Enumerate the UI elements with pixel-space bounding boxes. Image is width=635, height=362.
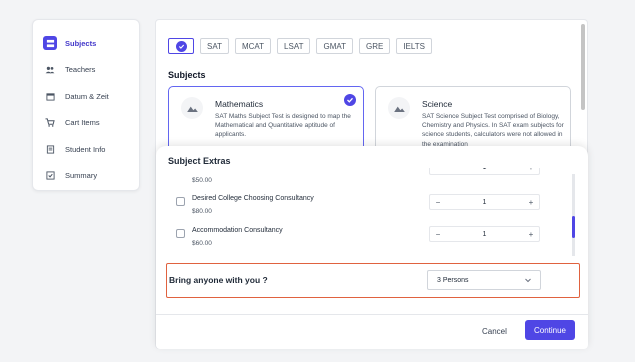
check-icon <box>175 40 187 52</box>
decrement-button[interactable]: − <box>430 227 446 241</box>
sidebar-item-summary[interactable]: Summary <box>33 163 139 190</box>
quantity-stepper: − 1 + <box>429 194 540 210</box>
image-placeholder-icon <box>388 97 410 119</box>
increment-button[interactable]: + <box>523 227 539 241</box>
exam-chip-gre[interactable]: GRE <box>358 38 391 54</box>
extra-price: $50.00 <box>192 177 212 184</box>
footer-divider <box>156 314 588 315</box>
list-item: $50.00 − 1 + <box>156 168 576 192</box>
guests-select-value: 3 Persons <box>437 276 469 284</box>
subject-description: SAT Maths Subject Test is designed to ma… <box>215 113 351 139</box>
sidebar-item-student-info[interactable]: Student Info <box>33 136 139 163</box>
quantity-value[interactable]: 1 <box>446 231 523 238</box>
sidebar-item-subjects[interactable]: Subjects <box>33 30 139 57</box>
sidebar-item-label: Summary <box>65 171 98 181</box>
extra-name: Desired College Choosing Consultancy <box>192 195 314 202</box>
sidebar-item-label: Datum & Zeit <box>65 91 109 101</box>
sidebar-item-label: Teachers <box>65 65 96 75</box>
sidebar-item-datum-zeit[interactable]: Datum & Zeit <box>33 83 139 110</box>
calendar-icon <box>43 89 57 103</box>
exam-filter-chips: SAT MCAT LSAT GMAT GRE IELTS <box>168 38 432 54</box>
subjects-heading: Subjects <box>168 70 206 80</box>
exam-chip-gmat[interactable]: GMAT <box>316 38 353 54</box>
summary-icon <box>43 169 57 183</box>
select-all-chip[interactable] <box>168 38 194 54</box>
extra-checkbox[interactable] <box>176 197 185 206</box>
subject-description: SAT Science Subject Test comprised of Bi… <box>422 113 564 148</box>
exam-chip-ielts[interactable]: IELTS <box>396 38 432 54</box>
scrollbar[interactable] <box>581 24 585 110</box>
extras-list: $50.00 − 1 + Desired College Choosing Co… <box>156 168 576 258</box>
sidebar-item-teachers[interactable]: Teachers <box>33 57 139 84</box>
quantity-stepper: − 1 + <box>429 226 540 242</box>
increment-button[interactable]: + <box>523 195 539 209</box>
decrement-button[interactable]: − <box>430 195 446 209</box>
teachers-icon <box>43 63 57 77</box>
sidebar-item-label: Student Info <box>65 144 106 154</box>
extra-name: Accommodation Consultancy <box>192 227 283 234</box>
student-info-icon <box>43 142 57 156</box>
selected-check-icon <box>344 94 356 106</box>
subject-name: Mathematics <box>215 99 264 109</box>
bring-question: Bring anyone with you ? <box>169 275 268 285</box>
decrement-button[interactable]: − <box>430 168 446 174</box>
cancel-button[interactable]: Cancel <box>482 322 507 340</box>
extra-price: $60.00 <box>192 240 212 247</box>
extra-price: $80.00 <box>192 208 212 215</box>
quantity-stepper: − 1 + <box>429 168 540 175</box>
image-placeholder-icon <box>181 97 203 119</box>
sidebar-item-label: Subjects <box>65 38 97 48</box>
list-item: Accommodation Consultancy $60.00 − 1 + <box>156 225 576 255</box>
list-item: Desired College Choosing Consultancy $80… <box>156 193 576 223</box>
bring-guests-section: Bring anyone with you ? 3 Persons <box>166 263 580 298</box>
sidebar-item-cart-items[interactable]: Cart Items <box>33 110 139 137</box>
subjects-icon <box>43 36 57 51</box>
sidebar-nav: Subjects Teachers Datum & Zeit Cart Item… <box>32 19 140 191</box>
chevron-down-icon <box>524 276 532 286</box>
quantity-value[interactable]: 1 <box>446 168 523 171</box>
exam-chip-sat[interactable]: SAT <box>200 38 229 54</box>
scrollbar-thumb[interactable] <box>572 216 575 238</box>
modal-title: Subject Extras <box>168 156 231 166</box>
continue-button[interactable]: Continue <box>525 320 575 340</box>
cart-icon <box>43 116 57 130</box>
guests-select[interactable]: 3 Persons <box>427 270 541 290</box>
extra-checkbox[interactable] <box>176 229 185 238</box>
subject-extras-modal: Subject Extras $50.00 − 1 + Desired Coll… <box>156 146 588 349</box>
increment-button[interactable]: + <box>523 168 539 174</box>
exam-chip-lsat[interactable]: LSAT <box>277 38 311 54</box>
sidebar-item-label: Cart Items <box>65 118 100 128</box>
subject-name: Science <box>422 99 453 109</box>
exam-chip-mcat[interactable]: MCAT <box>234 38 272 54</box>
quantity-value[interactable]: 1 <box>446 199 523 206</box>
scrollbar[interactable] <box>572 174 575 256</box>
